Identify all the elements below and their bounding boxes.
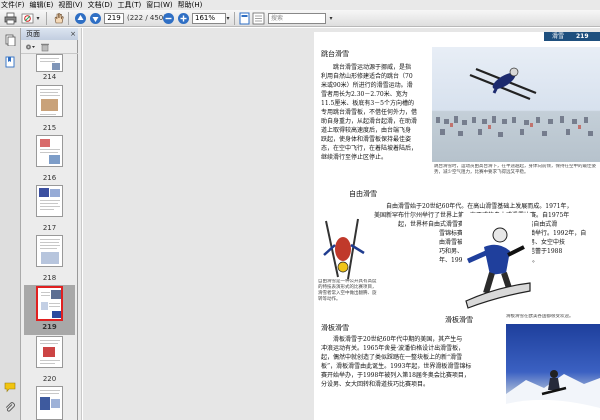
snowboarder-photo: [462, 213, 532, 313]
menu-file[interactable]: 文件(F): [1, 0, 25, 10]
page-thumbnail-219[interactable]: [36, 286, 63, 321]
previous-page-icon[interactable]: [74, 12, 87, 25]
toolbar-separator: [68, 12, 69, 25]
fit-width-icon[interactable]: [252, 12, 265, 25]
attachment-icon[interactable]: [4, 402, 16, 414]
section-title-ski-jumping: 跳台滑雪: [321, 50, 349, 58]
zoom-dropdown-icon[interactable]: ▾: [224, 13, 232, 24]
toolbar-separator: [46, 12, 47, 25]
menu-tools[interactable]: 工具(T): [118, 0, 142, 10]
page-number-input[interactable]: 219: [104, 13, 124, 24]
pages-panel: 页面 × 214 215 216 217 218 219 220: [21, 28, 78, 420]
menu-help[interactable]: 帮助(H): [178, 0, 203, 10]
email-icon[interactable]: [21, 12, 34, 25]
page-thumbnail-218[interactable]: [36, 235, 63, 267]
zoom-in-icon[interactable]: [177, 12, 190, 25]
zoom-level-select[interactable]: 161%: [192, 13, 226, 24]
page-label-215: 215: [42, 124, 57, 132]
toolbar: ▾ 219 (222 / 450) 161% ▾ 搜索 ▾: [0, 10, 600, 27]
page-label-220: 220: [42, 375, 57, 383]
page-label-217: 217: [42, 224, 57, 232]
page-label-219: 219: [42, 323, 57, 331]
pages-panel-title: 页面: [26, 30, 40, 38]
page-label-214: 214: [42, 73, 57, 81]
pdf-page: 滑雪 219 跳台滑雪 跳台滑雪运动源于挪威，是指 利用自然山形修建适合的跳台（…: [314, 32, 600, 420]
page-thumbnail-217[interactable]: [36, 185, 63, 217]
section-title-snowboarding: 滑板滑雪: [321, 324, 349, 332]
page-header-title: 滑雪: [552, 33, 565, 40]
bookmarks-icon[interactable]: [4, 56, 16, 68]
section-label-snowboarding: 滑板滑雪: [445, 316, 473, 324]
hand-tool-icon[interactable]: [52, 12, 65, 25]
section-body-ski-jumping: 跳台滑雪运动源于挪威，是指 利用自然山形修建适合的跳台（70 米或90米）所进行…: [321, 64, 418, 161]
toolbar-separator: [234, 12, 235, 25]
section-title-freestyle: 自由滑雪: [349, 190, 377, 198]
print-icon[interactable]: [4, 12, 17, 25]
pages-panel-icon[interactable]: [4, 34, 16, 46]
navigation-strip: [0, 28, 21, 420]
page-thumbnail-214[interactable]: [36, 54, 63, 72]
options-icon[interactable]: [25, 42, 36, 52]
document-viewport[interactable]: 滑雪 219 跳台滑雪 跳台滑雪运动源于挪威，是指 利用自然山形修建适合的跳台（…: [83, 28, 600, 420]
zoom-out-icon[interactable]: [162, 12, 175, 25]
menu-view[interactable]: 视图(V): [58, 0, 82, 10]
page-thumbnail-215[interactable]: [36, 85, 63, 117]
page-thumbnail-216[interactable]: [36, 135, 63, 167]
pages-panel-header: 页面 ×: [21, 28, 78, 40]
delete-page-icon[interactable]: [40, 42, 50, 52]
freestyle-caption: 自由滑雪是一种公开具有高度的特技表演形式的比赛项目，滑雪者常入空中做出翻腾、旋转…: [318, 279, 377, 302]
section-body-snowboarding: 滑板滑雪于20世纪60年代中期的美国，其产生与 冲浪运动有关。1965年舍曼·波…: [321, 336, 472, 388]
page-number: 219: [576, 33, 589, 40]
panel-splitter[interactable]: [78, 28, 82, 420]
page-label-216: 216: [42, 174, 57, 182]
menu-bar: 文件(F) 编辑(E) 视图(V) 文档(D) 工具(T) 窗口(W) 帮助(H…: [0, 0, 600, 10]
page-total: (222 / 450): [127, 14, 166, 22]
page-label-218: 218: [42, 274, 57, 282]
search-input[interactable]: 搜索: [268, 13, 326, 24]
page-thumbnail-220[interactable]: [36, 336, 63, 368]
menu-window[interactable]: 窗口(W): [146, 0, 172, 10]
snowboard-mountain-photo: [506, 324, 600, 420]
pages-panel-toolbar: [21, 40, 78, 54]
search-dropdown-icon[interactable]: ▾: [327, 13, 335, 24]
email-dropdown-icon[interactable]: ▾: [34, 13, 42, 24]
fit-page-icon[interactable]: [238, 12, 251, 25]
ski-jumping-caption: 跳台滑雪时，运动员由高台滑下，在半途越起，身体向前倾，保持在空中的最佳姿势，减少…: [434, 164, 596, 175]
mountain-caption: 滑板滑雪在欧美各国都很受欢迎。: [506, 314, 574, 319]
menu-edit[interactable]: 编辑(E): [30, 0, 54, 10]
menu-document[interactable]: 文档(D): [88, 0, 113, 10]
ski-jumping-photo: [432, 47, 600, 162]
next-page-icon[interactable]: [89, 12, 102, 25]
close-icon[interactable]: ×: [70, 28, 76, 40]
page-thumbnail-221[interactable]: [36, 386, 63, 420]
comments-icon[interactable]: [4, 381, 16, 393]
